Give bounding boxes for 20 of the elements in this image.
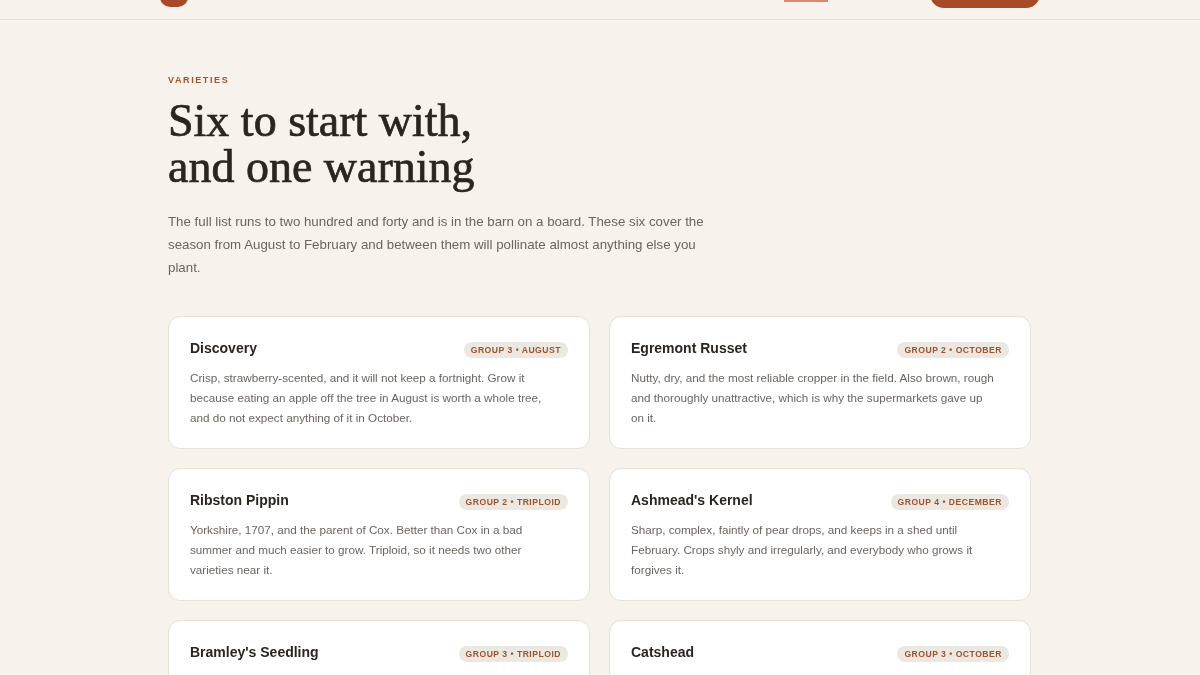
variety-name: Egremont Russet bbox=[631, 339, 747, 358]
variety-description: Yorkshire, 1707, and the parent of Cox. Better than Cox in a bad summer and much easier to grow. Triploid, so it needs two other varieties near it. bbox=[190, 522, 524, 578]
section-eyebrow: VARIETIES bbox=[168, 74, 231, 86]
variety-name: Ribston Pippin bbox=[190, 491, 289, 510]
variety-tag: GROUP 2 • OCTOBER bbox=[897, 341, 1009, 358]
nav-underline bbox=[784, 0, 828, 2]
variety-tag: GROUP 3 • AUGUST bbox=[463, 341, 568, 358]
variety-tag: GROUP 3 • OCTOBER bbox=[897, 645, 1009, 662]
variety-tag: GROUP 2 • TRIPLOID bbox=[458, 493, 568, 510]
variety-description: Crisp, strawberry-scented, and it will not keep a fortnight. Grow it because eating an apple off the tree in August is worth a whole tree, and do not expect anything of it in October. bbox=[190, 370, 543, 426]
variety-description: Sharp, complex, faintly of pear drops, and keeps in a shed until February. Crops shyly and irregularly, and everybody who grows it forgives it. bbox=[631, 522, 974, 578]
variety-name: Ashmead's Kernel bbox=[631, 491, 753, 510]
intro-paragraph: The full list runs to two hundred and forty and is in the barn on a board. These six cover the season from August to February and between them will pollinate almost anything else you plant. bbox=[168, 213, 705, 277]
variety-name: Bramley's Seedling bbox=[190, 643, 319, 662]
variety-name: Catshead bbox=[631, 643, 695, 662]
section-heading: Six to start with, and one warning bbox=[168, 98, 476, 190]
variety-name: Discovery bbox=[190, 339, 257, 358]
variety-tag: GROUP 4 • DECEMBER bbox=[890, 493, 1009, 510]
variety-tag: GROUP 3 • TRIPLOID bbox=[458, 645, 568, 662]
variety-description: Nutty, dry, and the most reliable cropper in the field. Also brown, rough and thoroughly unattractive, which is why the supermarkets gave up on it. bbox=[631, 370, 995, 426]
